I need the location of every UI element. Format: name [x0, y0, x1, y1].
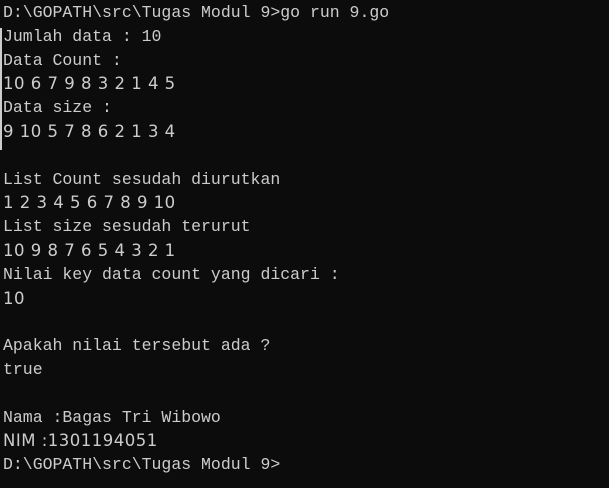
terminal-output-line: List Count sesudah diurutkan	[3, 169, 281, 189]
terminal-output-line: List size sesudah terurut	[3, 217, 251, 237]
terminal-output-line: Data size :	[3, 98, 112, 118]
terminal-output-line: 9 10 5 7 8 6 2 1 3 4	[3, 122, 176, 141]
terminal-output-line: Nama :Bagas Tri Wibowo	[3, 407, 221, 427]
terminal-output-line: Jumlah data : 10	[3, 26, 162, 46]
terminal-output-line: NIM :1301194051	[3, 431, 158, 451]
terminal-output-line: 10 6 7 9 8 3 2 1 4 5	[3, 74, 176, 94]
terminal-window[interactable]: D:\GOPATH\src\Tugas Modul 9>go run 9.go J…	[0, 0, 609, 488]
terminal-prompt-line: D:\GOPATH\src\Tugas Modul 9>	[3, 455, 281, 475]
terminal-output-line: D:\GOPATH\src\Tugas Modul 9>go run 9.go	[3, 3, 390, 22]
terminal-output-line: 10	[3, 288, 25, 308]
terminal-output-line: 10 9 8 7 6 5 4 3 2 1	[3, 241, 176, 260]
left-edge-marker	[0, 28, 2, 150]
terminal-output-line: 1 2 3 4 5 6 7 8 9 10	[3, 193, 176, 213]
terminal-output-line: true	[3, 360, 43, 379]
terminal-output-line: Apakah nilai tersebut ada ?	[3, 336, 271, 356]
terminal-output-line: Data Count :	[3, 50, 122, 70]
terminal-output-line: Nilai key data count yang dicari :	[3, 264, 340, 284]
